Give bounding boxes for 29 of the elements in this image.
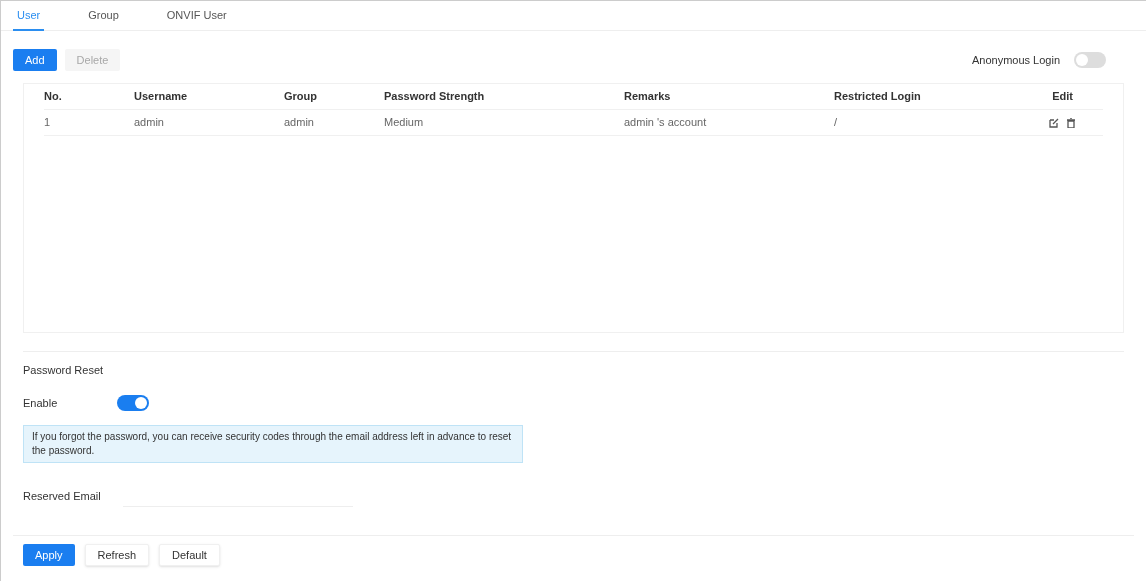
enable-label: Enable	[23, 395, 58, 411]
footer-button[interactable]: Refresh	[84, 544, 150, 566]
table-cell-text: Medium	[384, 115, 425, 131]
table-cell-text: 1	[44, 115, 52, 131]
tab[interactable]: Group	[84, 1, 123, 31]
column-header: Password Strength	[384, 89, 486, 105]
toolbar-button[interactable]: Add	[13, 49, 57, 71]
info-message: If you forgot the password, you can receive security codes through the email address left in advance to reset the password.	[23, 425, 523, 463]
toggle-switch[interactable]	[1074, 52, 1106, 68]
table-cell-text: admin	[284, 115, 315, 131]
table-cell-text: admin	[134, 115, 165, 131]
delete-icon[interactable]	[1067, 117, 1075, 128]
toggle-switch[interactable]	[117, 394, 150, 411]
column-header: Username	[134, 89, 189, 105]
tab[interactable]: ONVIF User	[162, 1, 231, 31]
column-header: Edit	[1052, 89, 1073, 105]
table-cell-text: /	[834, 115, 839, 131]
section-title: Password Reset	[23, 363, 105, 378]
column-header: Remarks	[624, 89, 672, 105]
column-header: Group	[284, 89, 318, 105]
tab[interactable]: User	[13, 1, 45, 31]
anonymous-login-label: Anonymous Login	[971, 52, 1060, 68]
table-cell-text: admin 's account	[624, 115, 708, 131]
reserved-email-label: Reserved Email	[23, 488, 102, 504]
footer-button[interactable]: Default	[159, 544, 220, 566]
column-header: No.	[44, 89, 63, 105]
edit-icon[interactable]	[1049, 117, 1059, 128]
column-header: Restricted Login	[834, 89, 922, 105]
footer-button[interactable]: Apply	[23, 544, 75, 566]
